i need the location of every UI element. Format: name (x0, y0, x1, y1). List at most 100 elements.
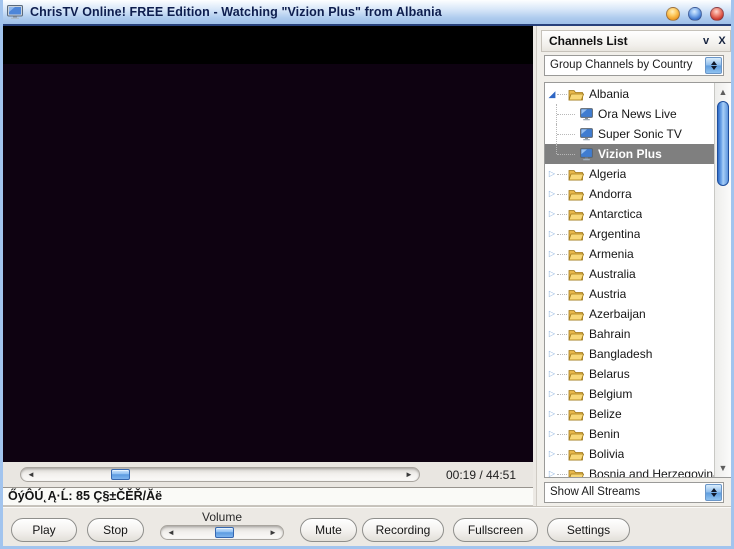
tree-item-vizion-plus[interactable]: Vizion Plus (545, 144, 714, 164)
minimize-button[interactable] (666, 7, 680, 21)
volume-up-arrow-icon[interactable]: ► (265, 526, 281, 539)
seek-bar[interactable]: ◄ ► (20, 467, 420, 482)
tree-item-ora-news-live[interactable]: Ora News Live (545, 104, 714, 124)
tree-collapsed-arrow-icon[interactable]: ▷ (547, 209, 557, 219)
tree-connector (557, 413, 567, 415)
title-bar[interactable]: ChrisTV Online! FREE Edition - Watching … (3, 0, 731, 26)
tree-collapsed-arrow-icon[interactable]: ▷ (547, 249, 557, 259)
tree-connector (556, 104, 580, 124)
tree-item-andorra[interactable]: ▷ Andorra (545, 184, 714, 204)
folder-icon (568, 289, 584, 300)
tree-collapsed-arrow-icon[interactable]: ▷ (547, 429, 557, 439)
dropdown-spinner-icon[interactable] (705, 484, 722, 501)
control-bar: Play Stop Volume ◄ ► Mute Recording Full… (3, 506, 731, 546)
tree-item-azerbaijan[interactable]: ▷ Azerbaijan (545, 304, 714, 324)
tree-collapsed-arrow-icon[interactable]: ▷ (547, 369, 557, 379)
tree-collapsed-arrow-icon[interactable]: ▷ (547, 409, 557, 419)
tree-item-albania[interactable]: ◢ Albania (545, 84, 714, 104)
tree-connector (557, 353, 567, 355)
maximize-button[interactable] (688, 7, 702, 21)
tree-item-label: Bosnia and Herzegovina (589, 467, 714, 478)
play-button[interactable]: Play (11, 518, 77, 542)
folder-icon (568, 209, 584, 220)
tree-collapsed-arrow-icon[interactable]: ▷ (547, 349, 557, 359)
volume-slider[interactable]: ◄ ► (160, 525, 284, 540)
tree-item-label: Benin (589, 427, 620, 441)
tree-item-algeria[interactable]: ▷ Algeria (545, 164, 714, 184)
tree-item-label: Super Sonic TV (598, 127, 682, 141)
tree-item-bangladesh[interactable]: ▷ Bangladesh (545, 344, 714, 364)
stop-button[interactable]: Stop (87, 518, 144, 542)
tree-item-label: Armenia (589, 247, 634, 261)
tree-collapsed-arrow-icon[interactable]: ▷ (547, 329, 557, 339)
seek-thumb[interactable] (111, 469, 130, 480)
tree-item-armenia[interactable]: ▷ Armenia (545, 244, 714, 264)
folder-icon (568, 469, 584, 477)
tree-item-bolivia[interactable]: ▷ Bolivia (545, 444, 714, 464)
video-letterbox (3, 26, 533, 64)
panel-collapse-icon[interactable]: v (698, 35, 714, 47)
tree-item-belarus[interactable]: ▷ Belarus (545, 364, 714, 384)
recording-button[interactable]: Recording (362, 518, 444, 542)
stream-filter-value: Show All Streams (550, 486, 641, 498)
tree-connector (557, 213, 567, 215)
seek-back-arrow-icon[interactable]: ◄ (23, 468, 39, 481)
tree-connector (557, 313, 567, 315)
tree-item-belgium[interactable]: ▷ Belgium (545, 384, 714, 404)
channels-tree: ◢ Albania Ora News Live Super Sonic TV Vizio… (544, 82, 731, 478)
video-area[interactable] (3, 26, 533, 462)
volume-down-arrow-icon[interactable]: ◄ (163, 526, 179, 539)
tree-connector (557, 393, 567, 395)
tree-expanded-arrow-icon[interactable]: ◢ (547, 89, 557, 99)
tv-channel-icon (580, 107, 593, 120)
tree-item-belize[interactable]: ▷ Belize (545, 404, 714, 424)
seek-forward-arrow-icon[interactable]: ► (401, 468, 417, 481)
volume-thumb[interactable] (215, 527, 234, 538)
tree-collapsed-arrow-icon[interactable]: ▷ (547, 189, 557, 199)
scroll-down-arrow-icon[interactable]: ▼ (715, 460, 731, 476)
tree-collapsed-arrow-icon[interactable]: ▷ (547, 389, 557, 399)
folder-icon (568, 409, 584, 420)
tree-collapsed-arrow-icon[interactable]: ▷ (547, 269, 557, 279)
tree-scrollbar[interactable]: ▲ ▼ (714, 83, 731, 477)
tree-connector (557, 193, 567, 195)
tree-item-austria[interactable]: ▷ Austria (545, 284, 714, 304)
tree-item-benin[interactable]: ▷ Benin (545, 424, 714, 444)
stream-filter-dropdown[interactable]: Show All Streams (544, 482, 724, 503)
settings-button[interactable]: Settings (547, 518, 630, 542)
volume-label: Volume (201, 510, 243, 524)
channels-panel-header[interactable]: Channels List v X (541, 30, 731, 52)
tree-item-label: Belarus (589, 367, 630, 381)
tree-item-bahrain[interactable]: ▷ Bahrain (545, 324, 714, 344)
tree-item-australia[interactable]: ▷ Australia (545, 264, 714, 284)
tree-connector (557, 273, 567, 275)
dropdown-spinner-icon[interactable] (705, 57, 722, 74)
tree-collapsed-arrow-icon[interactable]: ▷ (547, 449, 557, 459)
mute-button[interactable]: Mute (300, 518, 357, 542)
tree-item-super-sonic-tv[interactable]: Super Sonic TV (545, 124, 714, 144)
tree-collapsed-arrow-icon[interactable]: ▷ (547, 289, 557, 299)
tree-item-label: Azerbaijan (589, 307, 646, 321)
tree-collapsed-arrow-icon[interactable]: ▷ (547, 229, 557, 239)
tree-item-label: Belgium (589, 387, 633, 401)
channels-panel-title: Channels List (549, 34, 628, 48)
tree-collapsed-arrow-icon[interactable]: ▷ (547, 169, 557, 179)
tree-connector (557, 333, 567, 335)
tree-item-label: Algeria (589, 167, 627, 181)
tree-connector (557, 173, 567, 175)
panel-close-icon[interactable]: X (714, 35, 730, 47)
folder-icon (568, 169, 584, 180)
folder-icon (568, 249, 584, 260)
tree-scrollbar-thumb[interactable] (717, 101, 729, 186)
scroll-up-arrow-icon[interactable]: ▲ (715, 84, 731, 100)
tree-collapsed-arrow-icon[interactable]: ▷ (547, 469, 557, 477)
fullscreen-button[interactable]: Fullscreen (453, 518, 538, 542)
folder-icon (568, 449, 584, 460)
tree-item-antarctica[interactable]: ▷ Antarctica (545, 204, 714, 224)
group-by-dropdown[interactable]: Group Channels by Country (544, 55, 724, 76)
tree-collapsed-arrow-icon[interactable]: ▷ (547, 309, 557, 319)
tree-connector (557, 473, 567, 475)
close-button[interactable] (710, 7, 724, 21)
tree-item-argentina[interactable]: ▷ Argentina (545, 224, 714, 244)
tree-item-bosnia-and-herzegovina[interactable]: ▷ Bosnia and Herzegovina (545, 464, 714, 478)
